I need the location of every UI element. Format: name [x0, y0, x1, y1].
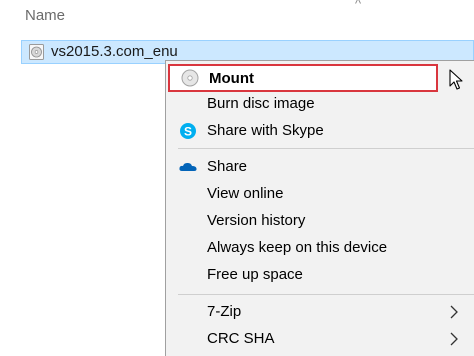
menu-item-label: 7-Zip: [207, 303, 242, 320]
file-name: vs2015.3.com_enu: [51, 43, 178, 60]
menu-item-always-keep-on-device[interactable]: Always keep on this device: [166, 235, 474, 261]
menu-item-label: Free up space: [207, 266, 303, 283]
menu-item-burn-disc-image[interactable]: Burn disc image: [166, 91, 474, 117]
menu-item-label: Version history: [207, 212, 306, 229]
menu-item-label: Share: [207, 158, 248, 175]
menu-separator: [178, 148, 474, 149]
menu-item-crc-sha[interactable]: CRC SHA: [166, 326, 474, 352]
menu-item-share[interactable]: Share: [166, 154, 474, 180]
onedrive-cloud-icon: [179, 162, 197, 171]
sort-chevron-icon: ^: [355, 0, 362, 11]
mouse-pointer-icon: [449, 69, 463, 90]
context-menu: Mount Burn disc image S Share with Skype…: [165, 60, 474, 356]
menu-item-7-zip[interactable]: 7-Zip: [166, 299, 474, 325]
svg-text:S: S: [184, 125, 192, 139]
menu-item-label: Share with Skype: [207, 122, 324, 139]
disc-image-file-icon: [29, 44, 44, 60]
name-column-header[interactable]: Name: [25, 7, 65, 24]
skype-icon: S: [180, 123, 196, 139]
menu-item-label: Burn disc image: [207, 95, 315, 112]
menu-item-version-history[interactable]: Version history: [166, 208, 474, 234]
menu-item-label: CRC SHA: [207, 330, 275, 347]
menu-item-share-with-skype[interactable]: S Share with Skype: [166, 118, 474, 144]
file-explorer-window: Name ^ vs2015.3.com_enu Mount Burn disc …: [0, 0, 474, 356]
menu-item-free-up-space[interactable]: Free up space: [166, 262, 474, 288]
menu-separator: [178, 294, 474, 295]
disc-icon: [181, 69, 199, 87]
chevron-right-icon: [450, 305, 458, 319]
menu-item-mount[interactable]: Mount: [168, 64, 438, 92]
chevron-right-icon: [450, 332, 458, 346]
menu-item-label: Always keep on this device: [207, 239, 388, 256]
menu-item-label: View online: [207, 185, 284, 202]
menu-item-view-online[interactable]: View online: [166, 181, 474, 207]
menu-item-label: Mount: [209, 70, 254, 87]
